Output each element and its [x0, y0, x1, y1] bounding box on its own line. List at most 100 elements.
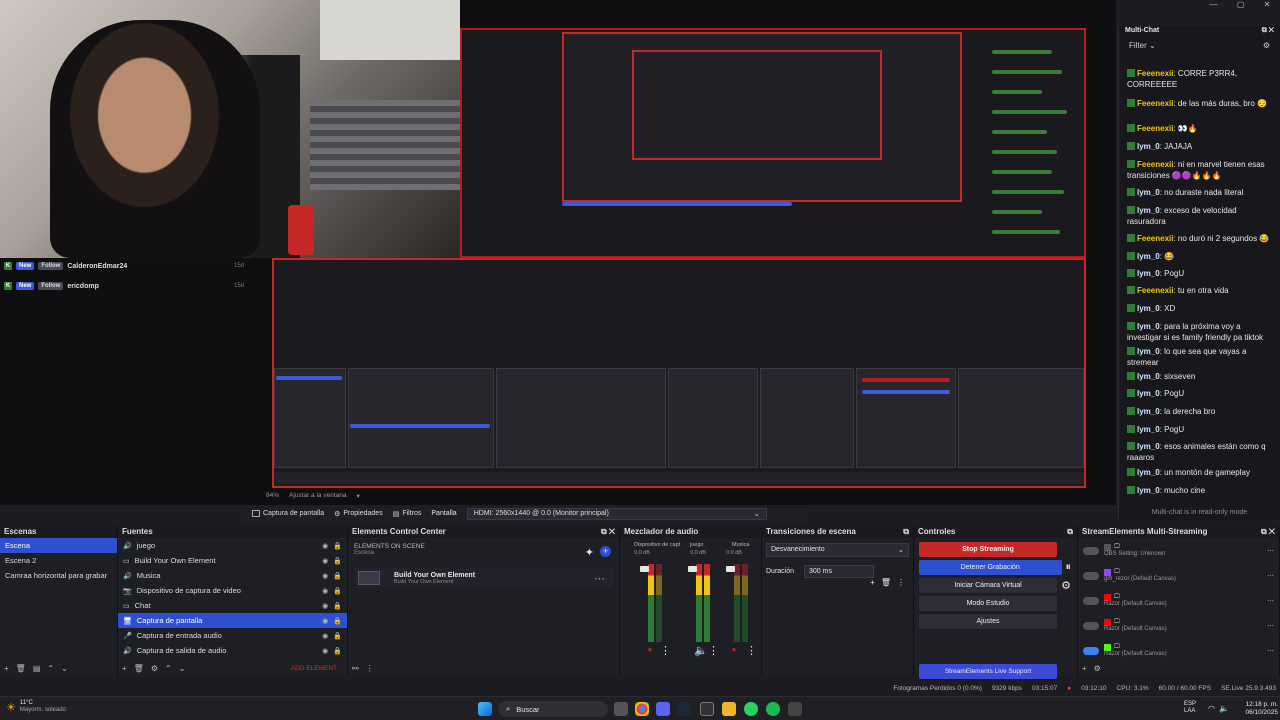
stop-recording-button[interactable]: Detener Grabación [919, 560, 1062, 575]
volume-fader[interactable] [640, 566, 649, 572]
volume-icon[interactable]: 🔈 [1219, 704, 1229, 713]
chrome-icon[interactable] [635, 702, 649, 716]
mute-icon[interactable]: ▪ [648, 644, 652, 656]
add-icon[interactable]: + [4, 664, 9, 673]
whatsapp-icon[interactable] [744, 702, 758, 716]
source-item[interactable]: 🔊 Captura de salida de audio ◉ 🔒 [118, 643, 347, 658]
steam-icon[interactable] [677, 702, 691, 716]
up-icon[interactable]: ⌃ [165, 664, 172, 673]
visibility-eye-icon[interactable]: ◉ [322, 587, 328, 595]
more-vertical-icon[interactable]: ⋮ [660, 644, 671, 657]
source-item[interactable]: 🔊 juego ◉ 🔒 [118, 538, 347, 553]
start-icon[interactable] [478, 702, 492, 716]
magic-icon[interactable]: ✦ [585, 546, 594, 559]
visibility-eye-icon[interactable]: ◉ [322, 602, 328, 610]
display-select[interactable]: HDMI: 2560x1440 @ 0.0 (Monitor principal… [466, 507, 767, 520]
fit-window-option[interactable]: Ajustar a la ventana [289, 492, 346, 500]
studio-mode-button[interactable]: Modo Estudio [919, 596, 1057, 611]
lock-icon[interactable]: 🔒 [333, 602, 342, 610]
lock-icon[interactable]: 🔒 [333, 617, 342, 625]
visibility-eye-icon[interactable]: ◉ [322, 557, 328, 565]
volume-fader[interactable] [688, 566, 697, 572]
toggle-switch[interactable] [1083, 546, 1099, 555]
add-element-button[interactable]: ADD ELEMENT [291, 665, 337, 672]
trash-icon[interactable]: 🗑 [134, 664, 144, 673]
scene-item[interactable]: Camraa horizontal para grabar [0, 568, 117, 583]
element-item[interactable]: Build Your Own Element Build Your Own El… [354, 568, 613, 588]
toggle-switch[interactable] [1083, 596, 1099, 605]
down-icon[interactable]: ⌄ [179, 664, 186, 673]
transition-select[interactable]: Desvanecimiento ⌄ [766, 543, 909, 557]
up-icon[interactable]: ⌃ [47, 664, 54, 673]
lock-icon[interactable]: 🔒 [333, 542, 342, 550]
chat-filter[interactable]: Filter ⌄ ⚙ [1119, 38, 1280, 54]
visibility-eye-icon[interactable]: ◉ [322, 542, 328, 550]
dock-close-icon[interactable]: ⧉ [1067, 527, 1073, 537]
trash-icon[interactable]: 🗑 [16, 664, 26, 673]
gear-icon[interactable]: ⚙ [1061, 579, 1071, 592]
more-icon[interactable]: ⋯ [1267, 647, 1274, 655]
stop-streaming-button[interactable]: Stop Streaming [919, 542, 1057, 557]
lock-icon[interactable]: 🔒 [333, 587, 342, 595]
lock-icon[interactable]: 🔒 [333, 632, 342, 640]
task-view-icon[interactable] [614, 702, 628, 716]
toggle-switch[interactable] [1083, 621, 1099, 630]
mute-icon[interactable]: ▪ [732, 644, 736, 656]
visibility-eye-icon[interactable]: ◉ [322, 647, 328, 655]
scene-item[interactable]: Escena 2 [0, 553, 117, 568]
close-icon[interactable]: ✕ [1264, 0, 1271, 10]
more-vertical-icon[interactable]: ⋮ [746, 644, 757, 657]
add-icon[interactable]: + [122, 664, 127, 673]
input-language[interactable]: ESP LAA [1184, 701, 1196, 715]
preview-canvas[interactable]: K New Follow CalderonEdmar24 15d K New F… [0, 0, 1116, 505]
dock-close-icon[interactable]: ⧉ ✕ [601, 527, 615, 537]
trash-icon[interactable]: 🗑 [881, 578, 891, 587]
add-icon[interactable]: + [870, 578, 875, 587]
dock-close-icon[interactable]: ⧉ ✕ [1261, 527, 1275, 537]
gear-icon[interactable]: ⚙ [1263, 41, 1270, 51]
duration-input[interactable]: 300 ms [804, 565, 875, 578]
toggle-switch[interactable] [1083, 646, 1099, 655]
gear-icon[interactable]: ⚙ [1094, 664, 1101, 673]
source-item[interactable]: 🎤 Captura de entrada audio ◉ 🔒 [118, 628, 347, 643]
maximize-icon[interactable]: ▢ [1237, 0, 1245, 10]
visibility-eye-icon[interactable]: ◉ [322, 572, 328, 580]
live-support-button[interactable]: StreamElements Live Support [919, 664, 1057, 679]
source-item[interactable]: 📷 Dispositivo de captura de video ◉ 🔒 [118, 583, 347, 598]
scene-item[interactable]: Escena [0, 538, 117, 553]
down-icon[interactable]: ⌄ [61, 664, 68, 673]
filter-icon[interactable]: ▤ [33, 664, 41, 673]
zoom-level[interactable]: 84% [266, 492, 279, 500]
app-icon[interactable] [788, 702, 802, 716]
volume-fader[interactable] [726, 566, 735, 572]
source-item[interactable]: ▭ Build Your Own Element ◉ 🔒 [118, 553, 347, 568]
link-icon[interactable]: ⚯ [352, 664, 359, 673]
visibility-eye-icon[interactable]: ◉ [322, 632, 328, 640]
wifi-icon[interactable]: ◠ [1208, 704, 1215, 713]
pause-icon[interactable]: ⏸ [1066, 561, 1072, 574]
more-vertical-icon[interactable]: ⋮ [708, 644, 719, 657]
source-item[interactable]: 🔊 Musica ◉ 🔒 [118, 568, 347, 583]
settings-button[interactable]: Ajustes [919, 614, 1057, 629]
speaker-icon[interactable]: 🔈 [694, 644, 708, 657]
more-vertical-icon[interactable]: ⋮ [366, 664, 374, 673]
source-item[interactable]: ▭ Chat ◉ 🔒 [118, 598, 347, 613]
visibility-eye-icon[interactable]: ◉ [322, 617, 328, 625]
lock-icon[interactable]: 🔒 [333, 647, 342, 655]
minimize-icon[interactable]: — [1210, 0, 1218, 10]
dock-close-icon[interactable]: ⧉ [903, 527, 909, 537]
obs-icon[interactable] [700, 702, 714, 716]
folder-icon[interactable] [722, 702, 736, 716]
discord-icon[interactable] [656, 702, 670, 716]
more-icon[interactable]: ⋯ [594, 572, 605, 585]
lock-icon[interactable]: 🔒 [333, 557, 342, 565]
lock-icon[interactable]: 🔒 [333, 572, 342, 580]
more-icon[interactable]: ⋯ [1267, 572, 1274, 580]
properties-button[interactable]: ⚙ Propiedades [334, 510, 383, 518]
gear-icon[interactable]: ⚙ [151, 664, 158, 673]
add-element-icon[interactable]: + [600, 546, 611, 557]
taskbar-search[interactable]: ⌕ Buscar [498, 701, 608, 717]
filters-button[interactable]: ▤ Filtros [393, 510, 422, 518]
source-item[interactable]: 🖥 Captura de pantalla ◉ 🔒 [118, 613, 347, 628]
spotify-icon[interactable] [766, 702, 780, 716]
